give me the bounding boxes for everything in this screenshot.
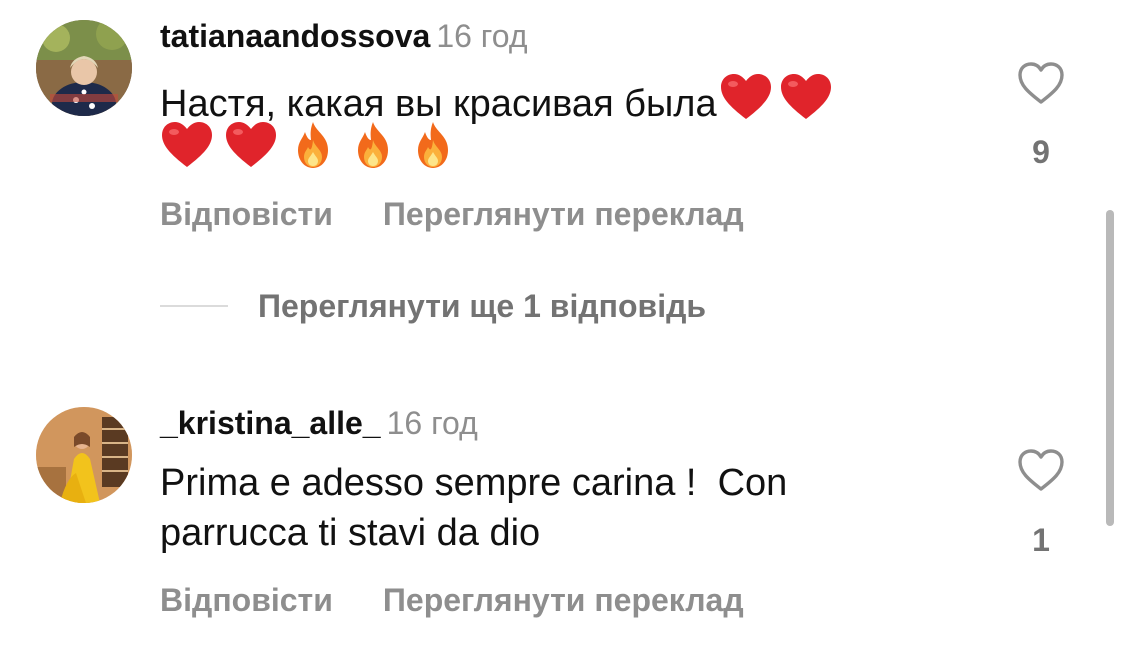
emoji-row — [160, 120, 458, 175]
red-heart-emoji — [779, 72, 833, 135]
fire-emoji — [288, 120, 338, 175]
avatar[interactable] — [36, 407, 132, 503]
username[interactable]: _kristina_alle_ — [160, 405, 381, 441]
like-count: 1 — [1032, 522, 1050, 558]
username[interactable]: tatianaandossova — [160, 18, 430, 54]
view-more-replies[interactable]: Переглянути ще 1 відповідь — [160, 284, 706, 328]
view-replies-label: Переглянути ще 1 відповідь — [258, 287, 707, 324]
red-heart-emoji — [160, 120, 214, 175]
see-translation-button[interactable]: Переглянути переклад — [383, 196, 744, 233]
comments-page: tatianaandossova 16 год Настя, какая вы к… — [0, 0, 1125, 662]
comment-text-line: Prima e adesso sempre carina ! Con — [160, 462, 788, 504]
avatar[interactable] — [36, 20, 132, 116]
comment-text-line: parrucca ti stavi da dio — [160, 512, 541, 554]
reply-button[interactable]: Відповісти — [160, 582, 333, 619]
divider-line — [160, 305, 228, 307]
like-button[interactable] — [1016, 447, 1066, 493]
scrollbar[interactable] — [1106, 210, 1114, 526]
comment-actions: Відповісти Переглянути переклад — [160, 196, 744, 233]
timestamp: 16 год — [436, 18, 528, 54]
red-heart-emoji — [719, 72, 773, 135]
heart-outline-icon — [1018, 62, 1064, 104]
comment-header: _kristina_alle_ 16 год — [160, 405, 478, 442]
fire-emoji — [408, 120, 458, 175]
red-heart-emoji — [224, 120, 278, 175]
comment-text: Prima e adesso sempre carina ! Con parru… — [160, 458, 787, 558]
comment-text-line: Настя, какая вы красивая была — [160, 83, 717, 125]
reply-button[interactable]: Відповісти — [160, 196, 333, 233]
fire-emoji — [348, 120, 398, 175]
timestamp: 16 год — [386, 405, 478, 441]
comment-header: tatianaandossova 16 год — [160, 18, 528, 55]
comment-actions: Відповісти Переглянути переклад — [160, 582, 744, 619]
heart-outline-icon — [1018, 449, 1064, 491]
like-button[interactable] — [1016, 60, 1066, 106]
see-translation-button[interactable]: Переглянути переклад — [383, 582, 744, 619]
like-count: 9 — [1032, 134, 1050, 170]
